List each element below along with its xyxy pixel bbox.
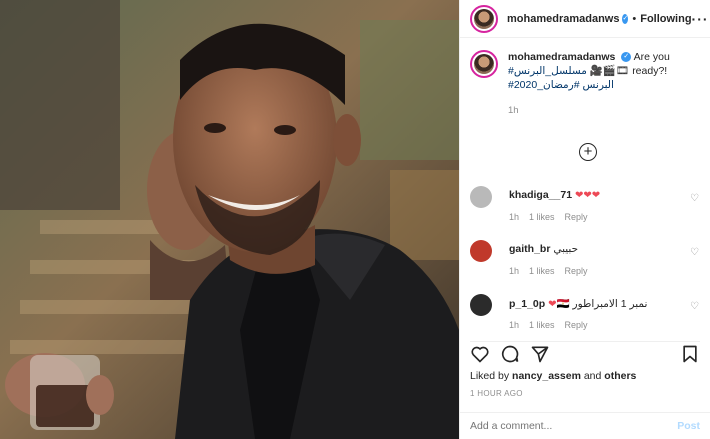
commenter-username[interactable]: gaith_br [509, 243, 550, 255]
like-comment-heart-icon[interactable]: ♡ [690, 301, 699, 312]
comment-likes[interactable]: 1 likes [529, 266, 555, 276]
comment-item: gaith_br حبيبي 1h 1 likes Reply ♡ [470, 240, 701, 290]
comment-item: p_1_0p ❤🇪🇬 نمبر 1 الامبراطور 1h 1 likes Re… [470, 294, 701, 332]
caption-emoji: 🎥🎬🎞 [589, 65, 630, 77]
like-comment-heart-icon[interactable]: ♡ [690, 193, 699, 204]
commenter-username[interactable]: khadiga__71 [509, 189, 572, 201]
post-timestamp[interactable]: 1 HOUR AGO [470, 389, 523, 398]
load-more-comments-button[interactable]: + [579, 143, 597, 161]
verified-badge-icon: ✓ [621, 52, 632, 63]
comment-time[interactable]: 1h [509, 320, 519, 330]
comment-likes[interactable]: 1 likes [529, 320, 555, 330]
share-icon[interactable] [530, 344, 550, 364]
liked-by-others[interactable]: others [604, 370, 636, 382]
like-comment-heart-icon[interactable]: ♡ [690, 247, 699, 258]
commenter-username[interactable]: p_1_0p [509, 298, 545, 310]
liked-by-label: Liked by [470, 370, 510, 382]
comment-text: نمبر 1 الامبراطور [572, 298, 648, 310]
reply-button[interactable]: Reply [565, 212, 588, 222]
commenter-avatar[interactable] [470, 186, 492, 208]
flag-emoji: 🇪🇬 [556, 298, 570, 310]
caption-username[interactable]: mohamedramadanws [508, 51, 615, 63]
caption-time[interactable]: 1h [508, 104, 688, 118]
comment-time[interactable]: 1h [509, 266, 519, 276]
caption-text-1: Are you [633, 51, 670, 63]
comment-text: حبيبي [553, 243, 579, 255]
bookmark-icon[interactable] [680, 344, 700, 364]
post-actions [470, 341, 700, 365]
reply-button[interactable]: Reply [565, 266, 588, 276]
likes-and-label: and [583, 370, 602, 382]
caption-text-2: ready?! [632, 65, 668, 77]
comment-icon[interactable] [500, 344, 520, 364]
hashtag-link[interactable]: #مسلسل_البرنس [508, 65, 587, 77]
heart-icon[interactable] [470, 344, 490, 364]
comment-item: khadiga__71 ❤❤❤ 1h 1 likes Reply ♡ [470, 186, 701, 236]
hashtag-link[interactable]: #رمضان_2020 [514, 79, 580, 91]
more-options-icon[interactable]: ··· [692, 11, 709, 27]
caption-avatar[interactable] [470, 50, 498, 78]
photo-illustration [0, 0, 459, 439]
post-photo[interactable] [0, 0, 459, 439]
heart-emoji: ❤ [548, 299, 557, 310]
comment-likes[interactable]: 1 likes [529, 212, 555, 222]
post-header: mohamedramadanws ✓ • Following ··· [460, 0, 710, 38]
post-sidebar: mohamedramadanws ✓ • Following ··· moham… [459, 0, 710, 439]
comment-time[interactable]: 1h [509, 212, 519, 222]
comments-section: mohamedramadanws ✓ Are you #مسلسل_البرنس… [460, 50, 710, 332]
post-comment-button[interactable]: Post [677, 420, 700, 432]
comment-input[interactable] [470, 420, 678, 432]
likes-summary: Liked by nancy_assem and others [470, 370, 636, 382]
commenter-avatar[interactable] [470, 240, 492, 262]
post-caption: mohamedramadanws ✓ Are you #مسلسل_البرنس… [460, 50, 710, 118]
reply-button[interactable]: Reply [565, 320, 588, 330]
author-avatar[interactable] [470, 4, 498, 33]
add-comment-bar: Post [460, 412, 710, 439]
separator-dot: • [632, 12, 637, 25]
comment-text: ❤❤❤ [574, 190, 601, 201]
verified-badge-icon: ✓ [622, 13, 629, 24]
following-button[interactable]: Following [640, 13, 691, 25]
liked-by-user[interactable]: nancy_assem [512, 370, 581, 382]
author-username[interactable]: mohamedramadanws [507, 13, 619, 25]
commenter-avatar[interactable] [470, 294, 492, 316]
